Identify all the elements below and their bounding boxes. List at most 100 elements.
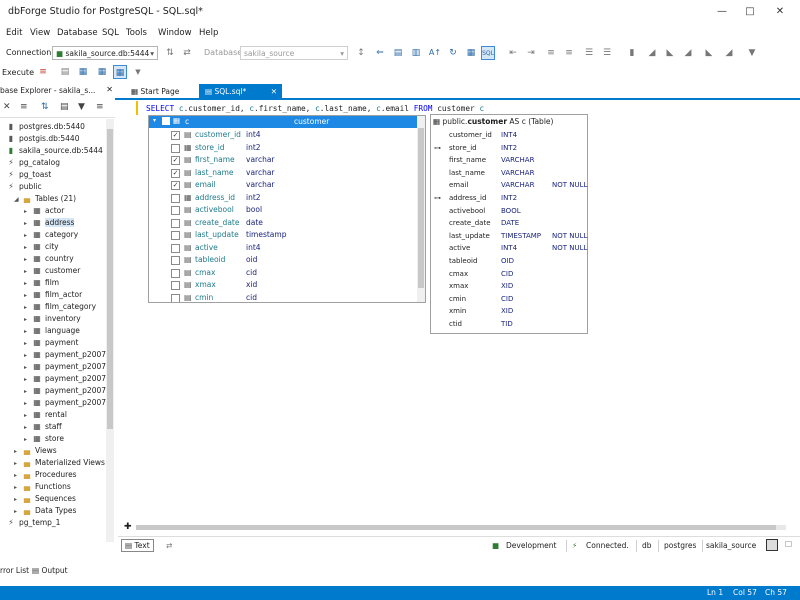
- tree-node[interactable]: ▸ ▦ country: [24, 253, 74, 265]
- tree-node[interactable]: ▸ ▦ address: [24, 217, 75, 229]
- switch-db-icon[interactable]: ↕: [354, 46, 368, 60]
- tree-node[interactable]: ▸ ▦ film: [24, 277, 59, 289]
- tree-node[interactable]: ▸ ▄ Procedures: [14, 469, 77, 481]
- tree-node[interactable]: ▸ ▦ payment: [24, 337, 78, 349]
- execute-selection-icon[interactable]: ▦: [76, 65, 90, 79]
- tree-node[interactable]: ▸ ▦ rental: [24, 409, 67, 421]
- menu-tools[interactable]: Tools: [126, 28, 147, 38]
- execute-button[interactable]: Execute: [2, 68, 34, 77]
- tree-node[interactable]: ▸ ▦ payment_p2007: [24, 385, 106, 397]
- column-row[interactable]: ▦ store_id int2: [149, 142, 419, 155]
- layout-icon[interactable]: □: [785, 539, 792, 548]
- prev-bookmark-icon[interactable]: ◢: [645, 46, 659, 60]
- list-icon[interactable]: ☰: [600, 46, 614, 60]
- format-icon[interactable]: ⇐: [373, 46, 387, 60]
- bookmark-icon[interactable]: ▮: [625, 46, 639, 60]
- tree-node[interactable]: ▸ ▦ payment_p2007: [24, 361, 106, 373]
- manage-connections-icon[interactable]: ⇅: [163, 46, 177, 60]
- column-row[interactable]: ▤ xmax xid: [149, 279, 419, 292]
- overflow-icon[interactable]: ▼: [131, 65, 145, 79]
- column-checkbox[interactable]: [171, 256, 180, 265]
- expanded-arrow-icon[interactable]: ◢: [14, 194, 22, 206]
- tree-node[interactable]: ▸ ▦ language: [24, 325, 80, 337]
- tree-node[interactable]: ▸ ▦ payment_p2007: [24, 397, 106, 409]
- scrollbar-thumb[interactable]: [418, 128, 424, 288]
- tree-node[interactable]: ▸ ▄ Functions: [14, 481, 71, 493]
- column-row[interactable]: ▤ cmin cid: [149, 292, 419, 302]
- close-icon[interactable]: ✕: [770, 2, 790, 22]
- maximize-icon[interactable]: □: [740, 2, 760, 22]
- menu-database[interactable]: Database: [57, 28, 98, 38]
- column-checkbox[interactable]: ✓: [171, 156, 180, 165]
- tree-node[interactable]: ▸ ▦ customer: [24, 265, 80, 277]
- tree-node[interactable]: ▮ sakila_source.db:5444: [6, 145, 103, 157]
- column-picker-popup[interactable]: ▾ ▦ c customer ✓ ▤ customer_id int4 ▦ store_i…: [148, 115, 426, 303]
- tree-node[interactable]: ▸ ▦ store: [24, 433, 64, 445]
- tree-node[interactable]: ▮ postgis.db:5440: [6, 133, 80, 145]
- results-icon[interactable]: ▦: [95, 65, 109, 79]
- text-view-button[interactable]: ▤ Text: [121, 539, 154, 552]
- menu-window[interactable]: Window: [158, 28, 192, 38]
- tree-node[interactable]: ▮ postgres.db:5440: [6, 121, 85, 133]
- tree-node[interactable]: ▸ ▄ Data Types: [14, 505, 76, 517]
- align-right-icon[interactable]: ≡: [562, 46, 576, 60]
- tree-node[interactable]: ▸ ▦ payment_p2007: [24, 349, 106, 361]
- column-checkbox[interactable]: ✓: [171, 168, 180, 178]
- sql-mode-icon[interactable]: SQL: [481, 46, 495, 60]
- menu-view[interactable]: View: [30, 28, 50, 38]
- column-row[interactable]: ✓ ▤ email varchar: [149, 179, 419, 192]
- collapse-icon[interactable]: ≡: [20, 102, 28, 112]
- tree-node[interactable]: ▸ ▄ Views: [14, 445, 57, 457]
- clear-bookmarks-icon[interactable]: ◢: [681, 46, 695, 60]
- tab-error-list[interactable]: rror List: [0, 566, 29, 575]
- column-row[interactable]: ▤ tableoid oid: [149, 254, 419, 267]
- database-select[interactable]: sakila_source ▾: [240, 46, 348, 60]
- comment-icon[interactable]: ▤: [391, 46, 405, 60]
- tree-node[interactable]: ⚡ pg_catalog: [6, 157, 60, 169]
- select-all-checkbox[interactable]: [162, 117, 170, 125]
- column-checkbox[interactable]: [171, 243, 180, 253]
- column-checkbox[interactable]: [171, 268, 180, 278]
- tree-node[interactable]: ▸ ▦ film_category: [24, 301, 96, 313]
- tab-start-page[interactable]: ▦ Start Page: [125, 84, 185, 100]
- uppercase-icon[interactable]: A↑: [428, 46, 442, 60]
- column-checkbox[interactable]: [171, 281, 180, 290]
- column-row[interactable]: ▤ cmax cid: [149, 267, 419, 280]
- expand-arrow-icon[interactable]: ▾: [153, 117, 156, 124]
- tree-node[interactable]: ▸ ▦ staff: [24, 421, 62, 433]
- tree-node[interactable]: ▸ ▦ actor: [24, 205, 64, 217]
- split-icon[interactable]: ✚: [124, 522, 132, 532]
- popup-scrollbar[interactable]: [417, 116, 425, 302]
- column-row[interactable]: ✓ ▤ last_name varchar: [149, 167, 419, 180]
- column-checkbox[interactable]: ✓: [171, 181, 180, 190]
- tree-node[interactable]: ⚡ public: [6, 181, 41, 193]
- tree-node[interactable]: ⚡ pg_toast: [6, 169, 51, 181]
- toggle-icon[interactable]: ◢: [722, 46, 736, 60]
- uncomment-icon[interactable]: ▥: [409, 46, 423, 60]
- disconnect-icon[interactable]: ✕: [3, 102, 11, 112]
- database-tree[interactable]: ▮ postgres.db:5440 ▮ postgis.db:5440 ▮ sakila…: [0, 119, 108, 542]
- tree-node[interactable]: ▸ ▦ category: [24, 229, 78, 241]
- close-icon[interactable]: ✕: [271, 84, 277, 100]
- menu-sql[interactable]: SQL: [102, 28, 119, 38]
- indent-icon[interactable]: ⇤: [506, 46, 520, 60]
- refresh-icon[interactable]: ↻: [446, 46, 460, 60]
- column-row[interactable]: ▤ activebool bool: [149, 204, 419, 217]
- tree-node[interactable]: ▸ ▦ film_actor: [24, 289, 82, 301]
- tree-node[interactable]: ▸ ▦ payment_p2007: [24, 373, 106, 385]
- new-connection-icon[interactable]: ⇅: [41, 102, 49, 112]
- tree-node[interactable]: ▸ ▄ Materialized Views: [14, 457, 105, 469]
- outdent-icon[interactable]: ⇥: [524, 46, 538, 60]
- stop-icon[interactable]: ≡: [36, 65, 50, 79]
- overflow-icon[interactable]: ▼: [745, 46, 759, 60]
- column-checkbox[interactable]: [171, 231, 180, 240]
- column-checkbox[interactable]: [171, 143, 180, 153]
- column-row[interactable]: ✓ ▤ first_name varchar: [149, 154, 419, 167]
- execute-current-icon[interactable]: ▤: [58, 65, 72, 79]
- column-row[interactable]: ✓ ▤ customer_id int4: [149, 129, 419, 142]
- close-icon[interactable]: ✕: [106, 85, 113, 94]
- connection-select[interactable]: ■ sakila_source.db:5444 ▾: [52, 46, 158, 60]
- list-icon[interactable]: ☰: [582, 46, 596, 60]
- tree-node[interactable]: ▸ ▦ inventory: [24, 313, 81, 325]
- tree-node[interactable]: ◢ ▄ Tables (21): [14, 193, 76, 205]
